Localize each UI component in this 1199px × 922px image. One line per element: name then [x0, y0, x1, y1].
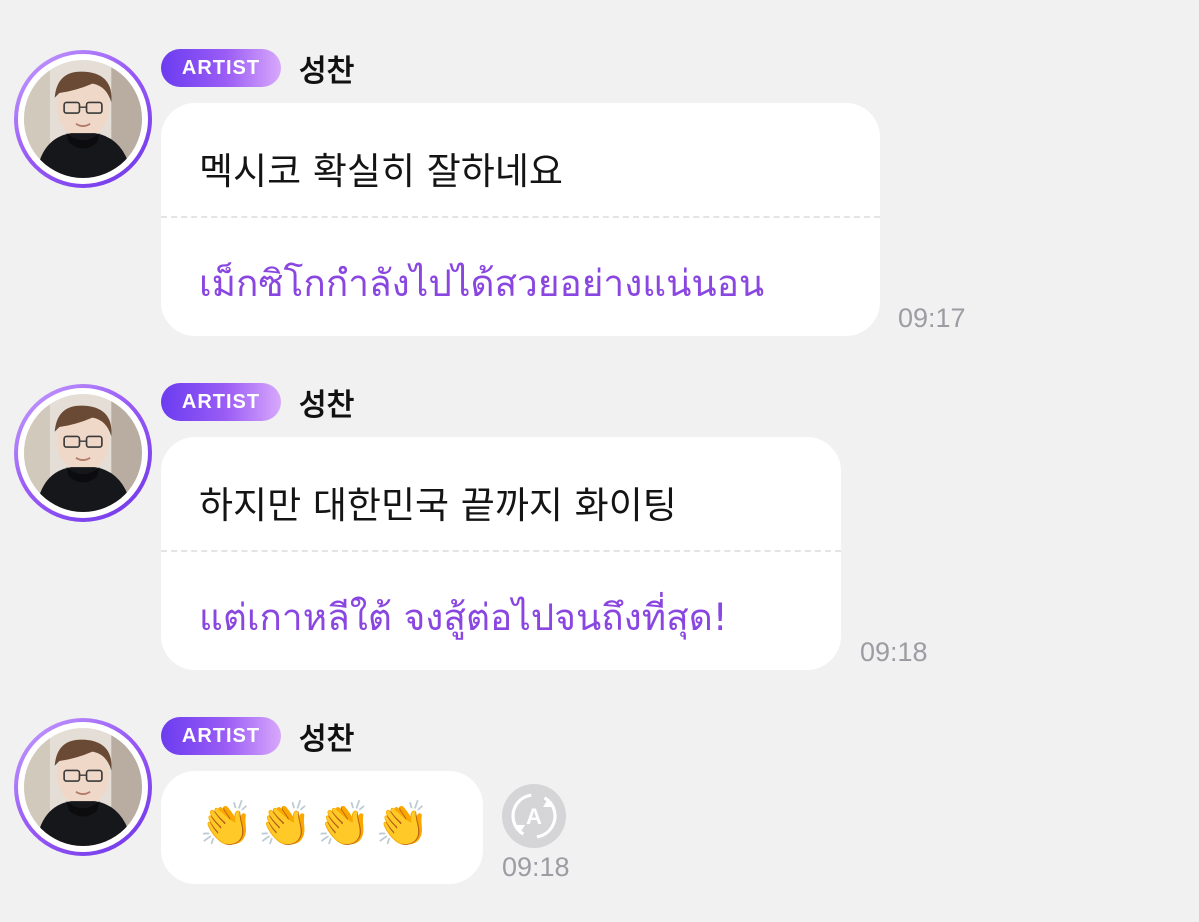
- message-bubble[interactable]: 하지만 대한민국 끝까지 화이팅 แต่เกาหลีใต้ จงสู้ต่อไป…: [161, 437, 841, 670]
- timestamp: 09:17: [898, 303, 966, 333]
- timestamp: 09:18: [502, 852, 570, 882]
- artist-badge: ARTIST: [161, 717, 281, 755]
- original-text: 하지만 대한민국 끝까지 화이팅: [199, 484, 677, 527]
- chat-thread: ARTIST 성찬 멕시코 확실히 잘하네요 เม็กซิโกกำลังไปได…: [0, 0, 1199, 922]
- avatar[interactable]: [14, 50, 152, 188]
- message-header: ARTIST 성찬: [161, 714, 354, 758]
- translated-text: แต่เกาหลีใต้ จงสู้ต่อไปจนถึงที่สุด!: [199, 596, 728, 639]
- avatar[interactable]: [14, 718, 152, 856]
- timestamp: 09:18: [860, 637, 928, 667]
- svg-text:A: A: [526, 804, 542, 829]
- translated-text: เม็กซิโกกำลังไปได้สวยอย่างแน่นอน: [199, 262, 765, 305]
- sender-name[interactable]: 성찬: [299, 46, 354, 90]
- message-bubble[interactable]: 멕시코 확실히 잘하네요 เม็กซิโกกำลังไปได้สวยอย่างแ…: [161, 103, 880, 336]
- sender-name[interactable]: 성찬: [299, 380, 354, 424]
- profile-photo: [24, 60, 142, 178]
- sender-name[interactable]: 성찬: [299, 714, 354, 758]
- profile-photo: [24, 394, 142, 512]
- profile-photo: [24, 728, 142, 846]
- message-header: ARTIST 성찬: [161, 380, 354, 424]
- artist-badge: ARTIST: [161, 383, 281, 421]
- artist-badge: ARTIST: [161, 49, 281, 87]
- clapping-hands-emoji: 👏👏👏👏: [199, 799, 435, 850]
- translate-button[interactable]: A: [502, 784, 566, 848]
- translate-icon: A: [511, 793, 557, 839]
- message-header: ARTIST 성찬: [161, 46, 354, 90]
- original-text: 멕시코 확실히 잘하네요: [199, 150, 563, 193]
- message-bubble[interactable]: 👏👏👏👏: [161, 771, 483, 884]
- avatar[interactable]: [14, 384, 152, 522]
